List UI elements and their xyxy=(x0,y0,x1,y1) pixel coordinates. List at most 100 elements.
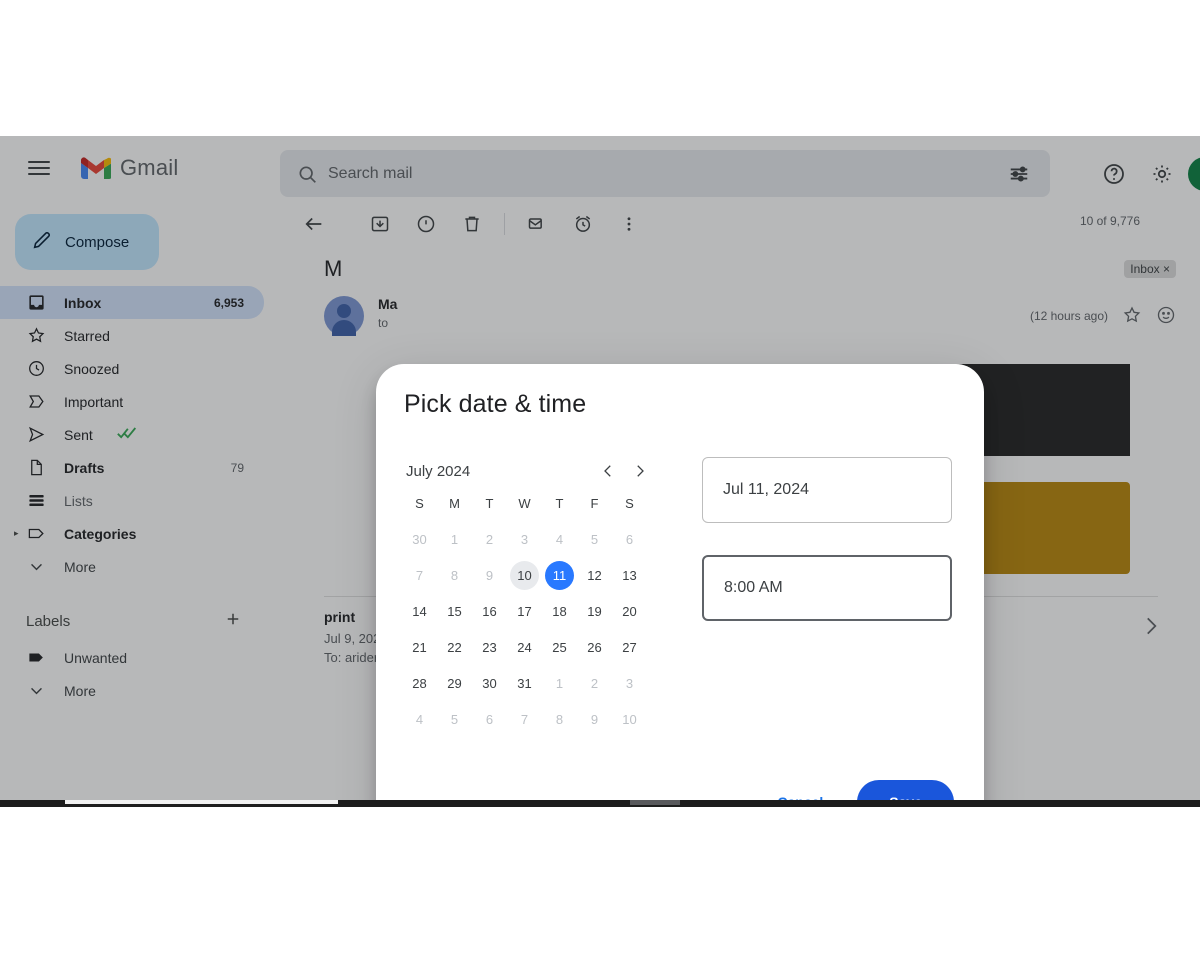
calendar-day-28[interactable]: 28 xyxy=(402,665,437,701)
dialog-actions: Cancel Save xyxy=(769,780,954,800)
calendar-day-6[interactable]: 6 xyxy=(472,701,507,737)
calendar-day-label: 16 xyxy=(482,603,497,619)
weekday-3: W xyxy=(518,495,531,511)
calendar-day-9[interactable]: 9 xyxy=(577,701,612,737)
calendar-day-label: 11 xyxy=(545,560,574,590)
chevron-right-icon[interactable] xyxy=(624,455,656,487)
calendar-day-3[interactable]: 3 xyxy=(507,521,542,557)
time-field[interactable]: 8:00 AM xyxy=(702,555,952,621)
calendar-header: July 2024 xyxy=(402,457,660,485)
calendar-day-label: 17 xyxy=(517,603,532,619)
calendar-day-30[interactable]: 30 xyxy=(402,521,437,557)
calendar-day-5[interactable]: 5 xyxy=(577,521,612,557)
calendar-day-30[interactable]: 30 xyxy=(472,665,507,701)
calendar-day-label: 10 xyxy=(622,711,637,727)
calendar-week-row: 7 8 9 10 11 12 13 xyxy=(402,557,660,593)
calendar-day-label: 30 xyxy=(412,531,427,547)
dialog-title: Pick date & time xyxy=(404,390,587,418)
calendar-day-label: 8 xyxy=(555,711,564,727)
calendar-day-20[interactable]: 20 xyxy=(612,593,647,629)
calendar-day-18[interactable]: 18 xyxy=(542,593,577,629)
calendar-day-label: 26 xyxy=(587,639,602,655)
calendar-day-label: 4 xyxy=(415,711,424,727)
calendar-day-17[interactable]: 17 xyxy=(507,593,542,629)
calendar: July 2024 SMTWTFS 30 1 2 3 4 5 6 7 8 9 10 11 12 13 14 1… xyxy=(402,457,660,737)
calendar-week-row: 28 29 30 31 1 2 3 xyxy=(402,665,660,701)
calendar-grid: 30 1 2 3 4 5 6 7 8 9 10 11 12 13 14 15 16 17 18 19 20 21 22 23 2… xyxy=(402,521,660,737)
calendar-day-27[interactable]: 27 xyxy=(612,629,647,665)
save-button[interactable]: Save xyxy=(857,780,954,800)
calendar-day-11[interactable]: 11 xyxy=(542,557,577,593)
dialog-body: July 2024 SMTWTFS 30 1 2 3 4 5 6 7 8 9 10 11 12 13 14 1… xyxy=(402,457,952,737)
weekday-1: M xyxy=(449,495,460,511)
calendar-day-label: 6 xyxy=(485,711,494,727)
calendar-day-label: 20 xyxy=(622,603,637,619)
calendar-day-10[interactable]: 10 xyxy=(507,557,542,593)
calendar-day-29[interactable]: 29 xyxy=(437,665,472,701)
calendar-day-14[interactable]: 14 xyxy=(402,593,437,629)
calendar-week-row: 21 22 23 24 25 26 27 xyxy=(402,629,660,665)
calendar-day-label: 7 xyxy=(415,567,424,583)
calendar-day-label: 13 xyxy=(622,567,637,583)
calendar-day-2[interactable]: 2 xyxy=(472,521,507,557)
weekday-6: S xyxy=(625,495,634,511)
calendar-day-label: 24 xyxy=(517,639,532,655)
gmail-app: Gmail Search mail Compose Inbox 6,953 St… xyxy=(0,136,1200,800)
calendar-day-15[interactable]: 15 xyxy=(437,593,472,629)
calendar-day-label: 31 xyxy=(517,675,532,691)
calendar-day-1[interactable]: 1 xyxy=(437,521,472,557)
weekday-0: S xyxy=(415,495,424,511)
calendar-day-3[interactable]: 3 xyxy=(612,665,647,701)
calendar-day-label: 28 xyxy=(412,675,427,691)
calendar-day-label: 22 xyxy=(447,639,462,655)
calendar-day-25[interactable]: 25 xyxy=(542,629,577,665)
calendar-day-label: 3 xyxy=(625,675,634,691)
calendar-day-label: 15 xyxy=(447,603,462,619)
calendar-day-10[interactable]: 10 xyxy=(612,701,647,737)
weekday-4: T xyxy=(555,495,564,511)
calendar-day-24[interactable]: 24 xyxy=(507,629,542,665)
calendar-day-label: 5 xyxy=(590,531,599,547)
calendar-day-7[interactable]: 7 xyxy=(507,701,542,737)
calendar-day-label: 1 xyxy=(555,675,564,691)
screenshot-stage: Gmail Search mail Compose Inbox 6,953 St… xyxy=(0,0,1200,960)
calendar-day-8[interactable]: 8 xyxy=(542,701,577,737)
calendar-day-12[interactable]: 12 xyxy=(577,557,612,593)
calendar-day-label: 5 xyxy=(450,711,459,727)
calendar-day-2[interactable]: 2 xyxy=(577,665,612,701)
calendar-day-7[interactable]: 7 xyxy=(402,557,437,593)
calendar-day-4[interactable]: 4 xyxy=(402,701,437,737)
calendar-week-row: 14 15 16 17 18 19 20 xyxy=(402,593,660,629)
calendar-day-label: 3 xyxy=(520,531,529,547)
calendar-day-label: 23 xyxy=(482,639,497,655)
calendar-day-6[interactable]: 6 xyxy=(612,521,647,557)
calendar-day-4[interactable]: 4 xyxy=(542,521,577,557)
calendar-day-23[interactable]: 23 xyxy=(472,629,507,665)
calendar-day-label: 25 xyxy=(552,639,567,655)
chevron-left-icon[interactable] xyxy=(592,455,624,487)
calendar-week-row: 30 1 2 3 4 5 6 xyxy=(402,521,660,557)
calendar-day-label: 9 xyxy=(485,567,494,583)
calendar-day-label: 10 xyxy=(510,560,539,590)
calendar-day-5[interactable]: 5 xyxy=(437,701,472,737)
cancel-button[interactable]: Cancel xyxy=(769,784,831,800)
calendar-day-label: 30 xyxy=(482,675,497,691)
bottom-bar-segment-light xyxy=(65,800,338,804)
date-field-value: Jul 11, 2024 xyxy=(723,481,809,498)
calendar-day-8[interactable]: 8 xyxy=(437,557,472,593)
calendar-day-22[interactable]: 22 xyxy=(437,629,472,665)
calendar-day-label: 2 xyxy=(485,531,494,547)
calendar-day-31[interactable]: 31 xyxy=(507,665,542,701)
calendar-day-13[interactable]: 13 xyxy=(612,557,647,593)
calendar-day-9[interactable]: 9 xyxy=(472,557,507,593)
bottom-bar-segment-mid xyxy=(630,800,680,805)
calendar-day-26[interactable]: 26 xyxy=(577,629,612,665)
calendar-day-label: 21 xyxy=(412,639,427,655)
calendar-day-16[interactable]: 16 xyxy=(472,593,507,629)
calendar-day-19[interactable]: 19 xyxy=(577,593,612,629)
date-field[interactable]: Jul 11, 2024 xyxy=(702,457,952,523)
calendar-day-label: 1 xyxy=(450,531,459,547)
calendar-day-1[interactable]: 1 xyxy=(542,665,577,701)
calendar-day-21[interactable]: 21 xyxy=(402,629,437,665)
pick-date-time-dialog: Pick date & time July 2024 SMTWTFS 30 1 2 3… xyxy=(376,364,984,800)
